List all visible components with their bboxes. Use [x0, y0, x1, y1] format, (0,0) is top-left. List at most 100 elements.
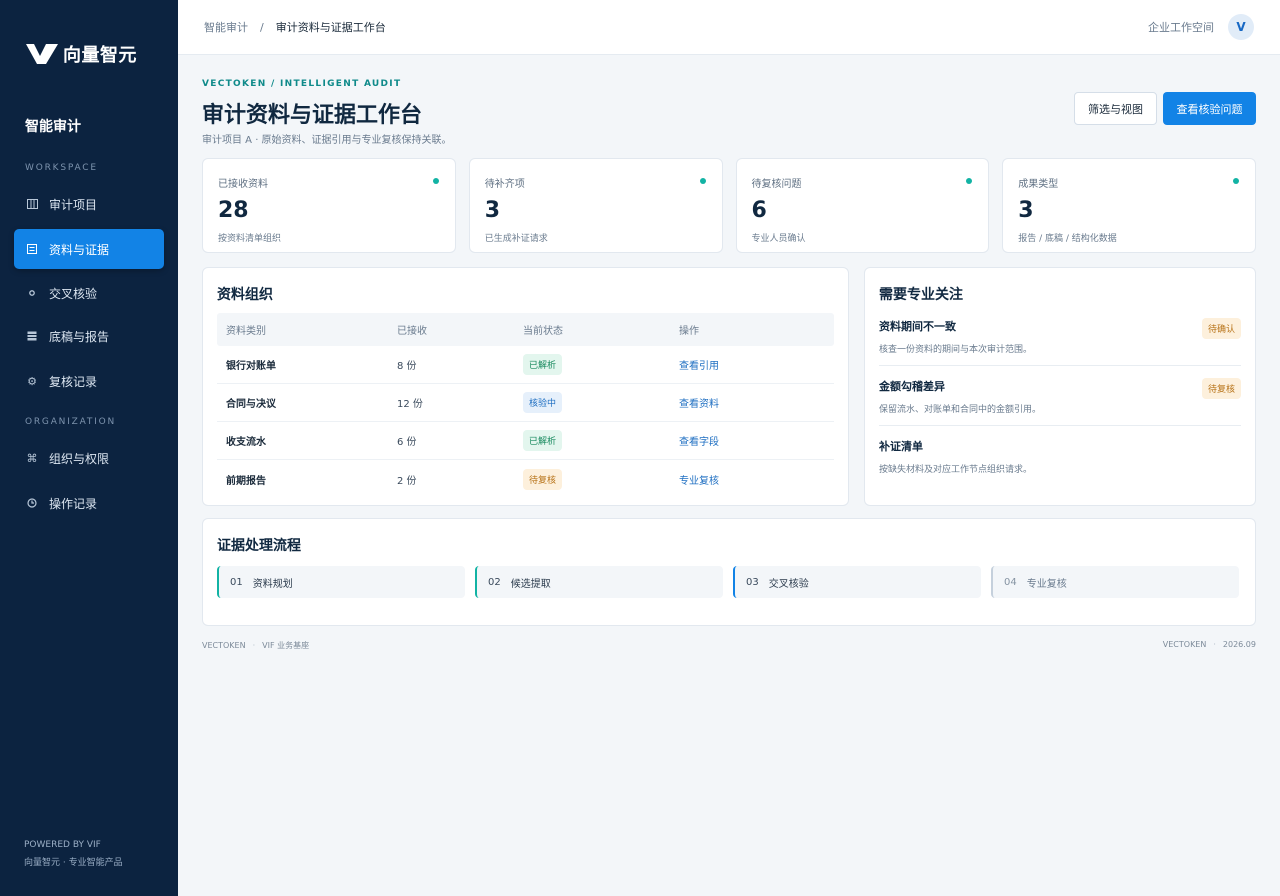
stat-card-output[interactable]: 成果类型 3 报告 / 底稿 / 结构化数据 [1002, 158, 1256, 253]
stat-label: 待补齐项 [484, 179, 525, 190]
status-badge: 核验中 [523, 392, 563, 413]
attention-item[interactable]: 资料期间不一致 核查一份资料的期间与本次审计范围。 待确认 [879, 306, 1241, 366]
topbar: 智能审计 / 审计资料与证据工作台 企业工作空间 V [178, 0, 1280, 55]
cell-category: 前期报告 [226, 475, 266, 487]
view-issues-button[interactable]: 查看核验问题 [1163, 92, 1256, 125]
sidebar-item-operation-log[interactable]: 操作记录 [14, 483, 164, 523]
stat-card-review[interactable]: 待复核问题 6 专业人员确认 [735, 158, 990, 253]
sidebar-item-label: 审计项目 [49, 197, 98, 212]
grid-icon [26, 330, 38, 342]
status-badge: 已解析 [523, 354, 563, 375]
dot-icon [26, 287, 38, 299]
attention-title: 需要专业关注 [879, 287, 963, 303]
column-header[interactable]: 资料类别 [217, 322, 397, 337]
status-dot-icon [1233, 178, 1239, 184]
stat-note: 报告 / 底稿 / 结构化数据 [1018, 234, 1117, 244]
flow-steps: 01 资料规划 02 候选提取 03 交叉核验 04 专业复核 [217, 566, 1241, 598]
stat-value: 6 [751, 198, 767, 223]
sidebar-item-org-permissions[interactable]: ⌘ 组织与权限 [14, 438, 164, 478]
footer-separator: · [1213, 640, 1216, 649]
step-number: 03 [746, 576, 759, 588]
sidebar-item-cross-check[interactable]: 交叉核验 [14, 273, 164, 313]
footer-brand: VECTOKEN [1162, 640, 1207, 649]
footer-separator: · [252, 641, 256, 650]
footer-platform: VIF 业务基座 [262, 641, 310, 650]
brand-logo[interactable]: 向量智元 [0, 0, 178, 68]
page-title: 审计资料与证据工作台 [202, 103, 423, 128]
clock-icon [26, 497, 38, 509]
filter-view-button[interactable]: 筛选与视图 [1074, 92, 1157, 125]
attention-item-title: 资料期间不一致 [879, 320, 956, 333]
column-header[interactable]: 已接收 [397, 322, 523, 337]
step-label: 候选提取 [510, 578, 551, 590]
sidebar-item-label: 复核记录 [49, 374, 98, 389]
sidebar-item-audit-projects[interactable]: 审计项目 [14, 184, 164, 224]
table-row[interactable]: 收支流水 6 份 已解析 查看字段 [217, 422, 834, 460]
sidebar-footer: POWERED BY VIF 向量智元 · 专业智能产品 [24, 836, 123, 872]
stats-row: 已接收资料 28 按资料清单组织 待补齐项 3 已生成补证请求 待复核问题 6 … [202, 158, 1256, 253]
row-action-link[interactable]: 查看引用 [679, 361, 719, 372]
footer-version: 2026.09 [1222, 640, 1256, 649]
step-label: 资料规划 [252, 578, 293, 590]
attention-item[interactable]: 金额勾稽差异 保留流水、对账单和合同中的金额引用。 待复核 [879, 366, 1241, 426]
footer-right: VECTOKEN · 2026.09 [1163, 640, 1256, 649]
attention-item-desc: 核查一份资料的期间与本次审计范围。 [879, 345, 1033, 355]
stat-value: 3 [484, 198, 501, 223]
stat-card-received[interactable]: 已接收资料 28 按资料清单组织 [202, 158, 456, 253]
row-action-link[interactable]: 查看资料 [679, 399, 719, 410]
breadcrumb-root[interactable]: 智能审计 [204, 19, 248, 35]
breadcrumb-current: 审计资料与证据工作台 [275, 21, 386, 34]
table-header: 资料类别 已接收 当前状态 操作 [217, 313, 834, 346]
attention-item-title: 金额勾稽差异 [879, 380, 945, 393]
materials-title: 资料组织 [217, 287, 273, 303]
status-badge: 待复核 [1201, 378, 1241, 399]
table-row[interactable]: 合同与决议 12 份 核验中 查看资料 [217, 384, 834, 422]
stat-value: 28 [218, 198, 249, 223]
main-area: 智能审计 / 审计资料与证据工作台 企业工作空间 V VECTOKEN / IN… [178, 0, 1280, 896]
status-badge: 已解析 [523, 430, 563, 451]
flow-step[interactable]: 04 专业复核 [991, 566, 1239, 598]
table-row[interactable]: 银行对账单 8 份 已解析 查看引用 [217, 346, 834, 384]
attention-item[interactable]: 补证清单 按缺失材料及对应工作节点组织请求。 [879, 426, 1241, 485]
stat-note: 专业人员确认 [751, 234, 806, 244]
sidebar-item-label: 资料与证据 [49, 242, 110, 257]
flow-step[interactable]: 02 候选提取 [475, 566, 723, 598]
flow-title: 证据处理流程 [217, 538, 301, 554]
attention-card: 需要专业关注 资料期间不一致 核查一份资料的期间与本次审计范围。 待确认 金额勾… [864, 267, 1256, 506]
materials-table: 资料类别 已接收 当前状态 操作 银行对账单 8 份 已解析 查看引用 合同与决… [217, 313, 834, 498]
stat-note: 按资料清单组织 [218, 234, 282, 244]
table-row[interactable]: 前期报告 2 份 待复核 专业复核 [217, 460, 834, 498]
flow-step[interactable]: 03 交叉核验 [733, 566, 981, 598]
cell-count: 6 份 [397, 437, 417, 448]
columns-icon [26, 198, 38, 210]
stat-card-pending[interactable]: 待补齐项 3 已生成补证请求 [468, 158, 723, 253]
status-dot-icon [432, 178, 439, 184]
page-eyebrow: VECTOKEN / INTELLIGENT AUDIT [202, 79, 402, 89]
sidebar: 向量智元 智能审计 WORKSPACE 审计项目 资料与证据 交叉核验 底稿与报… [0, 0, 178, 896]
step-number: 04 [1004, 576, 1017, 588]
cell-count: 8 份 [397, 361, 417, 372]
app-root: 向量智元 智能审计 WORKSPACE 审计项目 资料与证据 交叉核验 底稿与报… [0, 0, 1280, 896]
attention-list: 资料期间不一致 核查一份资料的期间与本次审计范围。 待确认 金额勾稽差异 保留流… [879, 306, 1241, 485]
avatar[interactable]: V [1228, 14, 1254, 40]
cell-count: 2 份 [397, 475, 417, 487]
sidebar-item-label: 操作记录 [49, 496, 98, 511]
document-icon [26, 243, 38, 255]
column-header[interactable]: 当前状态 [523, 322, 679, 337]
workspace-switcher[interactable]: 企业工作空间 [1148, 19, 1214, 35]
stat-label: 已接收资料 [218, 179, 268, 190]
sidebar-item-review-records[interactable]: ⚙ 复核记录 [14, 361, 164, 401]
stat-label: 待复核问题 [751, 179, 802, 190]
section-label-workspace: WORKSPACE [25, 163, 98, 173]
row-action-link[interactable]: 查看字段 [679, 437, 719, 448]
stat-label: 成果类型 [1018, 179, 1059, 190]
row-action-link[interactable]: 专业复核 [679, 476, 719, 487]
step-label: 交叉核验 [768, 578, 809, 590]
flow-step[interactable]: 01 资料规划 [217, 566, 465, 598]
command-icon: ⌘ [26, 451, 38, 465]
sidebar-item-workpapers[interactable]: 底稿与报告 [14, 316, 164, 356]
topbar-right: 企业工作空间 V [1148, 14, 1254, 40]
sidebar-item-label: 交叉核验 [49, 286, 98, 301]
sidebar-item-materials[interactable]: 资料与证据 [14, 229, 164, 269]
attention-item-desc: 保留流水、对账单和合同中的金额引用。 [879, 405, 1042, 415]
